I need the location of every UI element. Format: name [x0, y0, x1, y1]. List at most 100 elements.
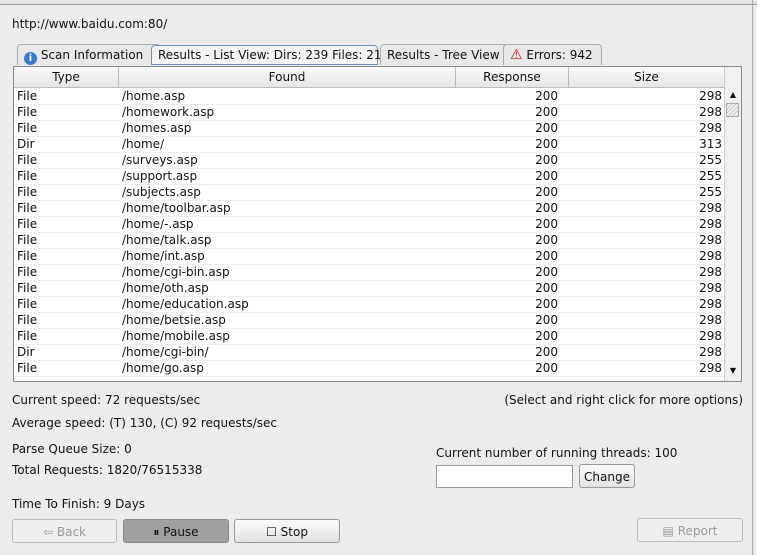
stop-icon: ☐	[266, 525, 277, 539]
pause-icon: ⏸	[153, 525, 160, 539]
cell-size: 298	[699, 361, 722, 375]
cell-response: 200	[535, 233, 558, 247]
cell-response: 200	[535, 313, 558, 327]
cell-type: File	[17, 185, 38, 199]
results-table: Type Found Response Size File/home.asp 20…	[13, 66, 742, 382]
table-row[interactable]: File/home/education.asp 200 298	[14, 296, 724, 313]
cell-type: File	[17, 361, 38, 375]
table-row[interactable]: File/support.asp 200 255	[14, 168, 724, 185]
cell-found: /home/go.asp	[122, 361, 204, 375]
cell-type: File	[17, 201, 38, 215]
change-button[interactable]: Change	[579, 464, 635, 488]
tab-results-list-view[interactable]: Results - List View: Dirs: 239 Files: 21…	[151, 45, 389, 65]
table-row[interactable]: File/home/oth.asp 200 298	[14, 280, 724, 297]
cell-size: 298	[699, 105, 722, 119]
cell-size: 298	[699, 265, 722, 279]
cell-size: 298	[699, 345, 722, 359]
column-header-found[interactable]: Found	[119, 67, 456, 88]
cell-found: /home/	[122, 137, 165, 151]
table-row[interactable]: File/subjects.asp 200 255	[14, 184, 724, 201]
cell-found: /support.asp	[122, 169, 198, 183]
tab-errors[interactable]: ⚠ Errors: 942	[503, 44, 602, 65]
time-to-finish: Time To Finish: 9 Days	[12, 497, 146, 511]
stop-button[interactable]: ☐ Stop	[234, 519, 340, 543]
table-row[interactable]: File/home/betsie.asp 200 298	[14, 312, 724, 329]
table-row[interactable]: File/homes.asp 200 298	[14, 120, 724, 137]
cell-response: 200	[535, 153, 558, 167]
cell-size: 255	[699, 169, 722, 183]
cell-found: /home/oth.asp	[122, 281, 209, 295]
cell-type: File	[17, 169, 38, 183]
table-row[interactable]: File/surveys.asp 200 255	[14, 152, 724, 169]
info-icon: i	[24, 52, 37, 65]
total-requests: Total Requests: 1820/76515338	[12, 463, 203, 477]
column-header-size[interactable]: Size	[569, 67, 725, 88]
table-row[interactable]: Dir/home/200 313	[14, 136, 724, 153]
table-row[interactable]: File/home/int.asp 200 298	[14, 248, 724, 265]
cell-found: /subjects.asp	[122, 185, 201, 199]
cell-response: 200	[535, 185, 558, 199]
scrollbar-thumb[interactable]	[726, 103, 739, 117]
column-header-type[interactable]: Type	[14, 67, 119, 88]
cell-found: /home/mobile.asp	[122, 329, 230, 343]
column-header-response[interactable]: Response	[456, 67, 569, 88]
pause-button[interactable]: ⏸ Pause	[123, 519, 229, 543]
cell-size: 298	[699, 89, 722, 103]
cell-found: /home/int.asp	[122, 249, 205, 263]
cell-type: File	[17, 89, 38, 103]
cell-found: /homes.asp	[122, 121, 192, 135]
report-document-icon: ▤	[662, 524, 674, 538]
threads-input[interactable]	[436, 465, 573, 488]
tab-results-tree-view[interactable]: Results - Tree View	[380, 44, 509, 65]
cell-response: 200	[535, 281, 558, 295]
cell-size: 298	[699, 249, 722, 263]
cell-size: 298	[699, 281, 722, 295]
table-row[interactable]: File/homework.asp 200 298	[14, 104, 724, 121]
cell-type: File	[17, 153, 38, 167]
cell-size: 298	[699, 329, 722, 343]
cell-found: /surveys.asp	[122, 153, 198, 167]
cell-size: 298	[699, 121, 722, 135]
table-row[interactable]: File/home/cgi-bin.asp 200 298	[14, 264, 724, 281]
cell-type: File	[17, 297, 38, 311]
back-button[interactable]: ⇦ Back	[12, 519, 117, 543]
cell-found: /home/toolbar.asp	[122, 201, 231, 215]
cell-type: File	[17, 105, 38, 119]
scroll-down-arrow-icon[interactable]: ▼	[725, 364, 741, 378]
cell-found: /home/talk.asp	[122, 233, 212, 247]
cell-response: 200	[535, 201, 558, 215]
cell-response: 200	[535, 89, 558, 103]
cell-found: /home/cgi-bin/	[122, 345, 209, 359]
cell-found: /home/betsie.asp	[122, 313, 226, 327]
table-row[interactable]: File/home.asp 200 298	[14, 88, 724, 105]
cell-response: 200	[535, 169, 558, 183]
cell-type: File	[17, 233, 38, 247]
scroll-up-arrow-icon[interactable]: ▲	[725, 88, 741, 102]
table-row[interactable]: File/home/go.asp 200 298	[14, 360, 724, 377]
cell-found: /home/-.asp	[122, 217, 194, 231]
cell-response: 200	[535, 105, 558, 119]
cell-response: 200	[535, 217, 558, 231]
table-row[interactable]: Dir/home/cgi-bin/200 298	[14, 344, 724, 361]
cell-found: /home/cgi-bin.asp	[122, 265, 230, 279]
vertical-scrollbar[interactable]: ▲ ▼	[724, 67, 741, 381]
current-speed: Current speed: 72 requests/sec	[12, 393, 201, 407]
cell-found: /home.asp	[122, 89, 186, 103]
table-row[interactable]: File/home/-.asp 200 298	[14, 216, 724, 233]
report-button[interactable]: ▤ Report	[637, 518, 743, 542]
tab-scan-information[interactable]: i Scan Information	[17, 44, 161, 65]
cell-response: 200	[535, 137, 558, 151]
table-row[interactable]: File/home/mobile.asp 200 298	[14, 328, 724, 345]
cell-size: 255	[699, 185, 722, 199]
cell-found: /home/education.asp	[122, 297, 249, 311]
cell-size: 255	[699, 153, 722, 167]
table-row[interactable]: File/home/talk.asp 200 298	[14, 232, 724, 249]
cell-size: 298	[699, 217, 722, 231]
cell-type: File	[17, 249, 38, 263]
window-top-border	[0, 0, 757, 5]
cell-type: File	[17, 265, 38, 279]
cell-type: Dir	[17, 137, 35, 151]
cell-size: 298	[699, 297, 722, 311]
table-row[interactable]: File/home/toolbar.asp 200 298	[14, 200, 724, 217]
cell-response: 200	[535, 249, 558, 263]
